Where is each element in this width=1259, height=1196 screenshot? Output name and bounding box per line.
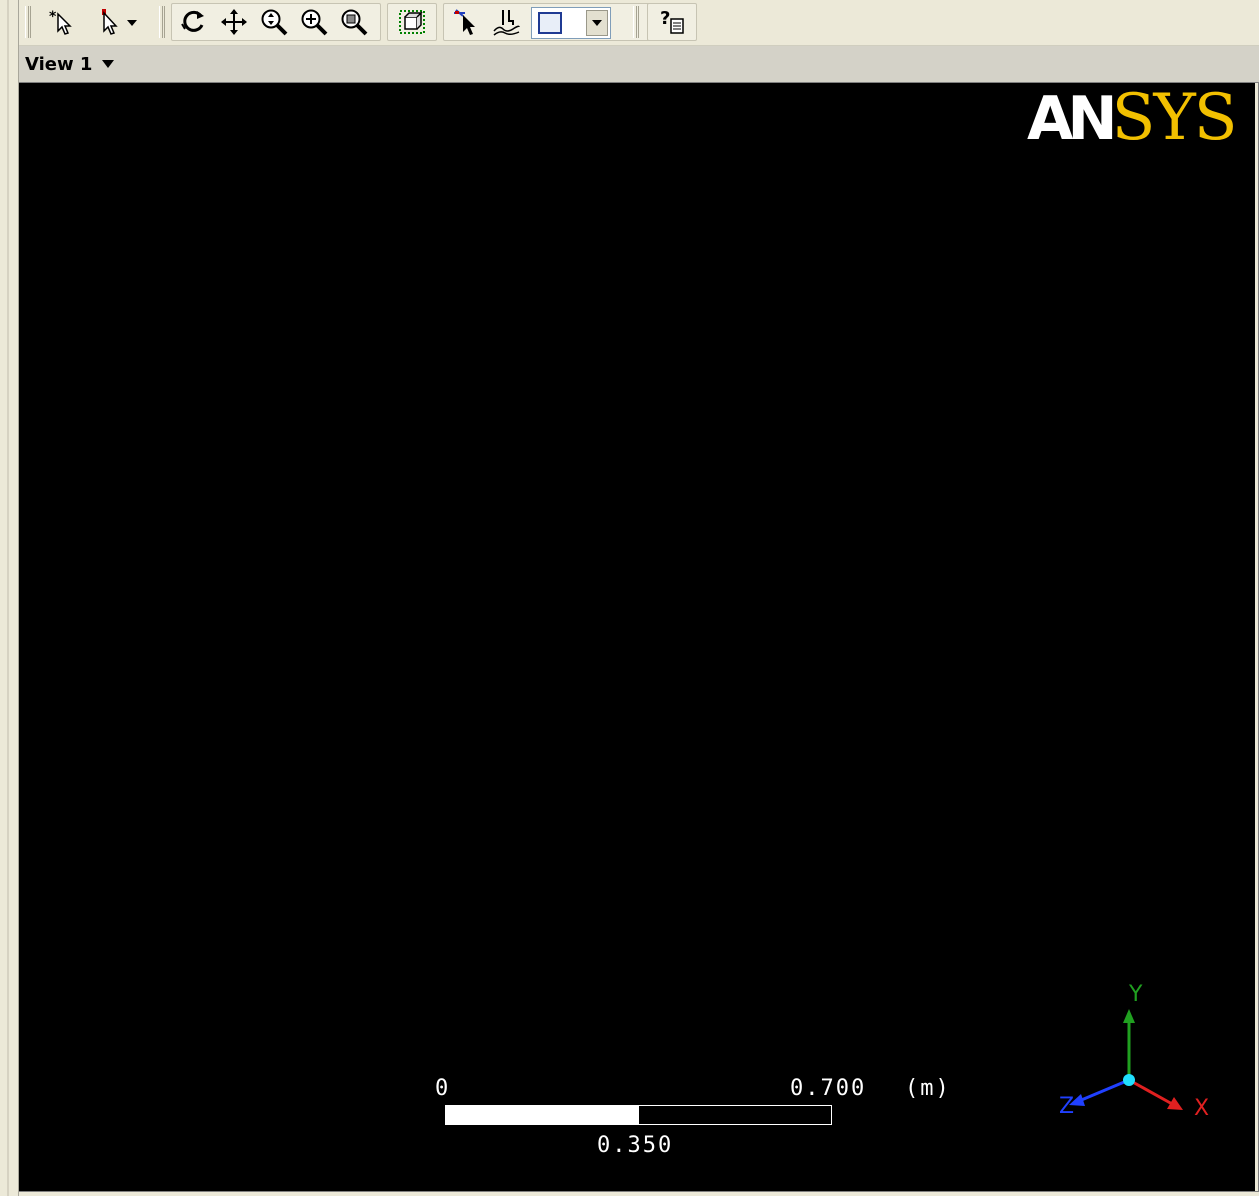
probe-button[interactable]: [449, 6, 483, 38]
scale-max-label: 0.700: [790, 1076, 867, 1101]
ansys-logo: ANSYS: [1027, 81, 1253, 155]
graphics-toolbar: * ?: [19, 0, 1259, 46]
layout-dropdown-button[interactable]: [586, 10, 608, 36]
snap-icon: [493, 10, 520, 36]
fit-to-window-icon: [399, 10, 425, 34]
svg-text:*: *: [49, 9, 57, 25]
selection-mode-dropdown[interactable]: [93, 6, 145, 38]
x-axis-label: X: [1194, 1096, 1209, 1121]
graphics-viewport[interactable]: ANSYS 0 0.700 (m) 0.350 Y X Z: [19, 83, 1255, 1191]
toolbar-grip[interactable]: [159, 6, 165, 38]
fit-view-button[interactable]: [337, 6, 371, 38]
axis-triad: Y X Z: [1059, 982, 1209, 1121]
view-menu-chevron-icon[interactable]: [102, 60, 114, 68]
snap-button[interactable]: [489, 6, 523, 38]
zoom-icon: [261, 9, 288, 36]
bottom-edge: [19, 1191, 1259, 1196]
zoom-box-icon: [301, 9, 328, 36]
pan-icon: [221, 9, 247, 35]
fit-to-window-button[interactable]: [395, 6, 429, 38]
left-splitter[interactable]: [0, 0, 19, 1196]
select-mode-icon: [102, 9, 137, 35]
y-axis-arrow: [1123, 1009, 1135, 1023]
probe-icon: [454, 9, 475, 35]
scale-mid-label: 0.350: [597, 1133, 674, 1158]
scale-min-label: 0: [435, 1076, 451, 1101]
pan-button[interactable]: [217, 6, 251, 38]
y-axis-label: Y: [1128, 982, 1143, 1007]
scale-bar-fill: [446, 1106, 639, 1124]
logo-part-sys: SYS: [1111, 81, 1238, 155]
chevron-down-icon: [127, 20, 137, 26]
select-new-icon: *: [49, 9, 72, 35]
select-button[interactable]: *: [45, 6, 79, 38]
rotate-icon: [181, 10, 204, 32]
svg-text:?: ?: [660, 8, 670, 29]
chevron-down-icon: [592, 20, 602, 26]
scale-unit-label: (m): [905, 1076, 951, 1101]
viewport-layout-select[interactable]: [531, 7, 611, 39]
rotate-button[interactable]: [177, 6, 211, 38]
scale-bar: [445, 1105, 832, 1125]
zoom-fit-icon: [341, 9, 368, 36]
x-axis-line: [1128, 1078, 1175, 1107]
zoom-button[interactable]: [257, 6, 291, 38]
single-viewport-icon: [538, 12, 562, 34]
triad-origin: [1123, 1074, 1135, 1086]
view-header: View 1: [19, 46, 1259, 83]
z-axis-line: [1078, 1078, 1130, 1103]
view-title[interactable]: View 1: [25, 54, 92, 75]
help-icon: ?: [660, 8, 684, 34]
zoom-box-button[interactable]: [297, 6, 331, 38]
z-axis-label: Z: [1059, 1094, 1074, 1119]
toolbar-grip[interactable]: [633, 6, 639, 38]
logo-part-an: AN: [1027, 84, 1118, 154]
toolbar-grip[interactable]: [25, 6, 31, 38]
help-button[interactable]: ?: [655, 6, 689, 38]
